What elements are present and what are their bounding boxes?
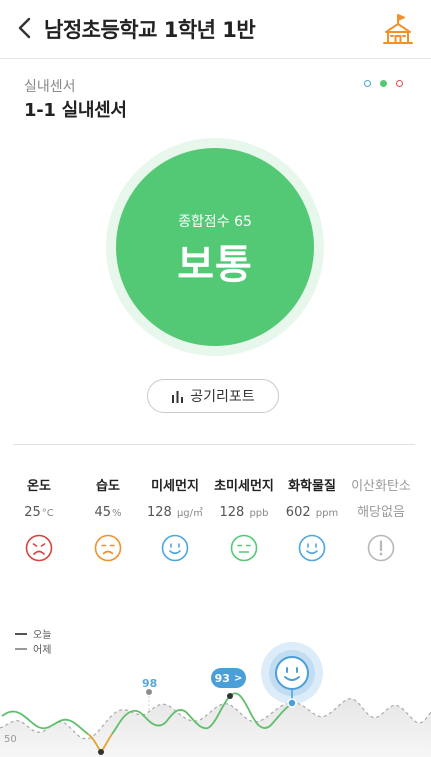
metric-label: 화학물질: [288, 479, 336, 494]
score-grade: 보통: [177, 242, 253, 288]
high-point: [227, 693, 233, 699]
metric-humidity[interactable]: 습도 45%: [73, 478, 143, 566]
metric-value: 45%: [94, 505, 122, 520]
air-report-label: 공기리포트: [190, 389, 255, 405]
score-label: 종합점수 65: [178, 214, 252, 230]
device-name: 1-1 실내센서: [24, 100, 127, 121]
current-value: 93: [214, 671, 230, 685]
sad-face-icon: [25, 534, 53, 562]
current-value-bubble[interactable]: 93 >: [211, 668, 246, 688]
trend-chart[interactable]: [0, 640, 431, 757]
current-smile-marker[interactable]: [259, 642, 325, 708]
metric-chemicals[interactable]: 화학물질 602 ppm: [277, 478, 347, 566]
chevron-left-icon[interactable]: [14, 14, 38, 42]
metric-fine-dust[interactable]: 미세먼지 128 μg/㎥: [140, 478, 210, 566]
metric-label: 이산화탄소: [351, 479, 411, 494]
metric-label: 미세먼지: [151, 479, 199, 494]
metric-value: 해당없음: [357, 505, 405, 520]
smile-face-icon: [298, 534, 326, 562]
axis-label: 50: [4, 734, 17, 745]
page-dot-active[interactable]: [380, 80, 387, 87]
metric-label: 온도: [27, 479, 51, 494]
peak-value-label: 98: [142, 677, 158, 690]
air-report-button[interactable]: 공기리포트: [147, 379, 279, 413]
legend-today: 오늘: [15, 626, 51, 641]
neutral-face-icon: [230, 534, 258, 562]
metric-label: 초미세먼지: [214, 479, 274, 494]
bar-chart-icon: [172, 390, 184, 403]
page-title: 남정초등학교 1학년 1반: [44, 18, 256, 42]
frown-face-icon: [94, 534, 122, 562]
metric-co2[interactable]: 이산화탄소 해당없음: [346, 478, 416, 566]
device-category: 실내센서: [24, 79, 76, 95]
exclamation-icon: [367, 534, 395, 562]
page-dot[interactable]: [396, 80, 403, 87]
metric-value: 128 ppb: [219, 505, 269, 520]
chevron-right-icon: >: [233, 672, 243, 684]
top-bar: 남정초등학교 1학년 1반: [0, 0, 431, 59]
school-icon[interactable]: [381, 12, 415, 46]
metric-value: 25°C: [24, 505, 54, 520]
metric-label: 습도: [96, 479, 120, 494]
metric-temperature[interactable]: 온도 25°C: [4, 478, 74, 566]
solid-line-icon: [15, 632, 27, 635]
page-dot[interactable]: [364, 80, 371, 87]
smile-face-icon: [161, 534, 189, 562]
metric-ultrafine-dust[interactable]: 초미세먼지 128 ppb: [209, 478, 279, 566]
metric-value: 128 μg/㎥: [146, 505, 204, 520]
section-divider: [13, 444, 415, 445]
low-point: [98, 749, 104, 755]
metric-value: 602 ppm: [285, 505, 339, 520]
